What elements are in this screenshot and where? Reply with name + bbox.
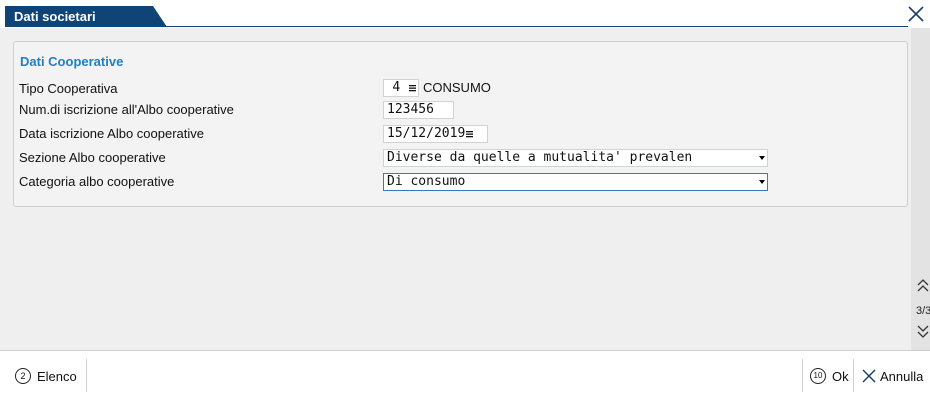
footer-divider [802, 359, 803, 392]
page-down-icon[interactable] [917, 325, 929, 339]
page-indicator: 3/3 [916, 305, 930, 317]
sezione-albo-value: Diverse da quelle a mutualita' prevalen [387, 150, 693, 165]
elenco-label: Elenco [37, 368, 77, 384]
label-num-iscrizione: Num.di iscrizione all'Albo cooperative [19, 102, 234, 117]
list-lookup-icon[interactable] [409, 84, 416, 92]
key-2-icon: 2 [15, 368, 31, 384]
panel-title: Dati Cooperative [20, 54, 124, 69]
chevron-down-icon [759, 180, 765, 184]
footer-divider [86, 359, 87, 392]
annulla-label: Annulla [880, 368, 924, 384]
categoria-albo-value: Di consumo [387, 174, 466, 189]
annulla-button[interactable]: Annulla [862, 364, 923, 388]
tipo-cooperativa-field[interactable]: 4 [383, 79, 419, 97]
window-title: Dati societari [14, 9, 96, 24]
label-sezione-albo: Sezione Albo cooperative [19, 150, 166, 165]
ok-button[interactable]: 10 Ok [810, 364, 849, 388]
key-10-icon: 10 [810, 368, 826, 384]
dati-cooperative-panel: Dati Cooperative Tipo Cooperativa Num.di… [13, 41, 908, 207]
data-iscrizione-value: 15/12/2019 [387, 126, 466, 141]
label-categoria-albo: Categoria albo cooperative [19, 174, 175, 189]
label-data-iscrizione: Data iscrizione Albo cooperative [19, 126, 204, 141]
page-up-icon[interactable] [917, 279, 929, 293]
vertical-scrollbar[interactable] [911, 28, 930, 350]
num-iscrizione-input[interactable]: 123456 [383, 101, 454, 119]
sezione-albo-select[interactable]: Diverse da quelle a mutualita' prevalen [383, 149, 768, 167]
title-bar: Dati societari [0, 0, 930, 28]
categoria-albo-select[interactable]: Di consumo [383, 173, 768, 191]
ok-label: Ok [832, 368, 849, 384]
data-iscrizione-input[interactable]: 15/12/2019 [383, 125, 488, 143]
footer-divider [853, 359, 854, 392]
close-icon[interactable] [906, 4, 926, 24]
close-icon [862, 369, 876, 383]
window-title-tab: Dati societari [5, 6, 167, 27]
tipo-cooperativa-description: CONSUMO [423, 80, 491, 95]
tipo-cooperativa-code: 4 [392, 80, 401, 95]
label-tipo-cooperativa: Tipo Cooperativa [19, 81, 118, 96]
calendar-icon[interactable] [466, 130, 474, 138]
title-underline [5, 26, 908, 27]
chevron-down-icon [759, 156, 765, 160]
footer-toolbar: 2 Elenco 10 Ok Annulla [0, 350, 930, 400]
elenco-button[interactable]: 2 Elenco [15, 364, 77, 388]
